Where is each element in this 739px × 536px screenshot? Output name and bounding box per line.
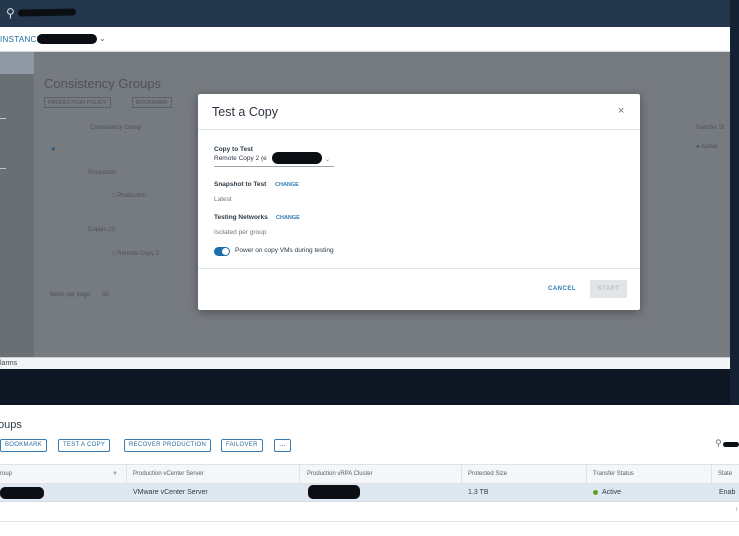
snapshot-change-link[interactable]: CHANGE bbox=[275, 182, 299, 188]
networks-value: Isolated per group bbox=[214, 229, 267, 236]
sidebar bbox=[0, 52, 34, 357]
column-header-transfer[interactable]: Transfer Status bbox=[593, 471, 634, 477]
column-separator[interactable] bbox=[711, 465, 712, 485]
top-screenshot: ⚲ INSTANCE ⌄ Consistency Groups PRODUCTI… bbox=[0, 0, 730, 369]
app-header: ⚲ bbox=[0, 0, 730, 27]
production-policy-button[interactable]: PRODUCTION POLICY bbox=[44, 97, 111, 108]
sidebar-item-selected[interactable] bbox=[0, 52, 34, 74]
bg-status-active: ● Active bbox=[696, 144, 718, 150]
production-item: □ Production bbox=[112, 193, 146, 199]
row-info-icon[interactable]: ● bbox=[51, 144, 56, 153]
instance-bar: INSTANCE ⌄ bbox=[0, 27, 730, 52]
test-a-copy-dialog: Test a Copy × Copy to Test Remote Copy 2… bbox=[198, 94, 640, 310]
page-title: Consistency Groups bbox=[44, 76, 162, 91]
filter-input[interactable]: ⚲ bbox=[715, 438, 739, 449]
column-separator[interactable] bbox=[126, 465, 127, 485]
copy-to-test-value: Remote Copy 2 (e bbox=[214, 155, 267, 162]
production-item-label: Production bbox=[117, 193, 146, 199]
start-button[interactable]: START bbox=[590, 280, 627, 298]
cell-transfer-status: Active bbox=[593, 489, 621, 496]
redacted-group-name bbox=[0, 487, 44, 499]
column-header-vcenter[interactable]: Production vCenter Server bbox=[133, 471, 204, 477]
copy-to-test-label: Copy to Test bbox=[214, 146, 253, 153]
recover-production-button[interactable]: RECOVER PRODUCTION bbox=[124, 439, 212, 452]
section-heading: oups bbox=[0, 419, 22, 431]
divider bbox=[198, 268, 640, 269]
chevron-down-icon[interactable]: ⌄ bbox=[99, 34, 106, 43]
redacted-text bbox=[37, 34, 97, 44]
test-a-copy-button[interactable]: TEST A COPY bbox=[58, 439, 111, 452]
table-header-group: Consistency Group bbox=[90, 125, 142, 131]
bottom-screenshot: oups BOOKMARK TEST A COPY RECOVER PRODUC… bbox=[0, 405, 739, 536]
column-separator[interactable] bbox=[299, 465, 300, 485]
copies-section-label: Copies (1) bbox=[88, 227, 116, 233]
background-gap bbox=[730, 0, 739, 405]
toggle-knob bbox=[222, 248, 229, 255]
table-header-transfer: Transfer St bbox=[695, 125, 725, 131]
copy-to-test-select[interactable]: Remote Copy 2 (e ⌄ bbox=[214, 152, 334, 167]
scroll-indicator: ↑ bbox=[735, 507, 738, 513]
redacted-text bbox=[17, 8, 77, 17]
column-separator[interactable] bbox=[461, 465, 462, 485]
sidebar-tick bbox=[0, 118, 6, 119]
search-icon: ⚲ bbox=[715, 438, 722, 448]
copy-item: □ Remote Copy 2 bbox=[112, 251, 159, 257]
bookmark-button[interactable]: BOOKMARK bbox=[0, 439, 48, 452]
more-actions-button[interactable]: ... bbox=[274, 439, 291, 452]
screenshot-root: ⚲ INSTANCE ⌄ Consistency Groups PRODUCTI… bbox=[0, 0, 739, 536]
column-header-size[interactable]: Protected Size bbox=[468, 471, 507, 477]
redacted-text bbox=[723, 442, 739, 447]
table-row[interactable]: VMware vCenter Server 1.3 TB Active Enab bbox=[0, 484, 739, 502]
column-separator[interactable] bbox=[586, 465, 587, 485]
redacted-cluster-name bbox=[308, 485, 360, 499]
cancel-button[interactable]: CANCEL bbox=[548, 286, 576, 292]
divider bbox=[198, 129, 640, 130]
status-bar: larms bbox=[0, 357, 730, 369]
dialog-title: Test a Copy bbox=[212, 105, 279, 119]
cell-size: 1.3 TB bbox=[468, 489, 489, 496]
filter-icon[interactable]: ▼ bbox=[112, 471, 118, 477]
status-dot-icon bbox=[593, 489, 598, 495]
cell-state: Enab bbox=[719, 489, 736, 496]
production-section-label: Production bbox=[88, 170, 117, 176]
instance-label: INSTANCE bbox=[0, 35, 43, 44]
testing-networks-label: Testing Networks bbox=[214, 214, 268, 221]
cell-vcenter: VMware vCenter Server bbox=[133, 489, 208, 496]
bg-status-label: Active bbox=[700, 144, 718, 150]
bookmark-button[interactable]: BOOKMARK bbox=[132, 97, 172, 108]
column-header-cluster[interactable]: Production vRPA Cluster bbox=[307, 471, 373, 477]
transfer-status-label: Active bbox=[602, 489, 622, 496]
power-on-label: Power on copy VMs during testing bbox=[235, 247, 334, 254]
sidebar-tick bbox=[0, 168, 6, 169]
items-per-page-label: Items per page bbox=[50, 292, 91, 298]
page-size-select[interactable]: 50 bbox=[102, 292, 109, 298]
snapshot-to-test-label: Snapshot to Test bbox=[214, 181, 267, 188]
table-row-empty: ↑ bbox=[0, 502, 739, 522]
redacted-text bbox=[272, 152, 322, 164]
column-header-state[interactable]: State bbox=[718, 471, 732, 477]
networks-change-link[interactable]: CHANGE bbox=[276, 215, 300, 221]
close-icon[interactable]: × bbox=[618, 105, 624, 117]
copy-item-label: Remote Copy 2 bbox=[117, 251, 159, 257]
table-header: roup ▼ Production vCenter Server Product… bbox=[0, 464, 739, 485]
chevron-down-icon: ⌄ bbox=[325, 157, 331, 163]
failover-button[interactable]: FAILOVER bbox=[221, 439, 263, 452]
search-icon[interactable]: ⚲ bbox=[6, 6, 15, 20]
alarms-tab[interactable]: larms bbox=[0, 360, 17, 367]
power-on-toggle[interactable] bbox=[214, 247, 230, 256]
snapshot-value: Latest bbox=[214, 196, 232, 203]
column-header-group[interactable]: roup bbox=[0, 471, 12, 477]
